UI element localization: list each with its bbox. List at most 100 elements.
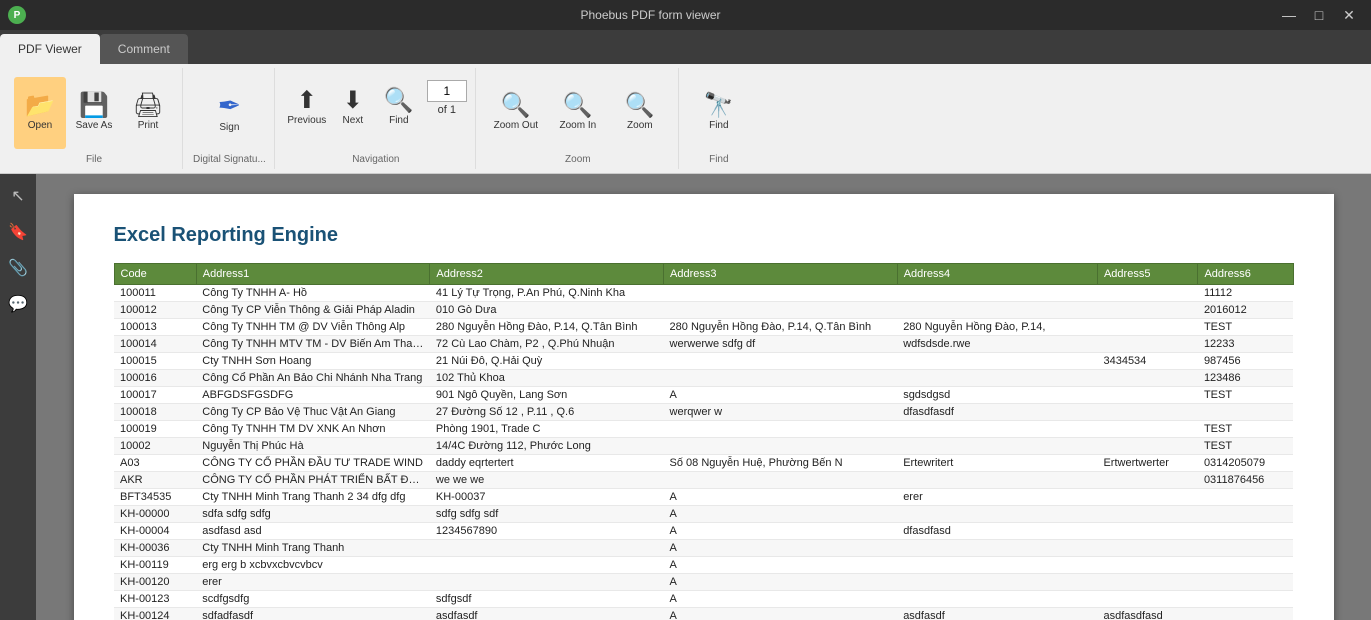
cell-19-3: A <box>664 608 898 620</box>
zoom-in-button[interactable]: 🔍 Zoom In <box>548 77 608 149</box>
cell-13-2: sdfg sdfg sdf <box>430 506 664 523</box>
col-address6: Address6 <box>1198 264 1293 285</box>
zoom-group-label: Zoom <box>565 154 591 165</box>
cell-8-6: TEST <box>1198 421 1293 438</box>
cell-5-0: 100016 <box>114 370 196 387</box>
cell-10-6: 0314205079 <box>1198 455 1293 472</box>
cell-19-1: sdfadfasdf <box>196 608 430 620</box>
find-group-label: Find <box>709 154 728 165</box>
cell-18-6 <box>1198 591 1293 608</box>
find-nav-button[interactable]: 🔍 Find <box>377 72 421 144</box>
table-row: 100016Công Cổ Phần An Bảo Chi Nhánh Nha … <box>114 370 1293 387</box>
toolbar-group-signature: ✒ Sign Digital Signatu... <box>185 68 275 169</box>
cell-7-2: 27 Đường Số 12 , P.11 , Q.6 <box>430 404 664 421</box>
cell-12-3: A <box>664 489 898 506</box>
cell-9-5 <box>1097 438 1197 455</box>
cell-1-2: 010 Gò Dưa <box>430 302 664 319</box>
cell-5-1: Công Cổ Phần An Bảo Chi Nhánh Nha Trang <box>196 370 430 387</box>
cell-0-2: 41 Lý Tự Trọng, P.An Phú, Q.Ninh Kha <box>430 285 664 302</box>
cell-1-6: 2016012 <box>1198 302 1293 319</box>
cell-9-0: 10002 <box>114 438 196 455</box>
minimize-button[interactable]: — <box>1275 5 1303 25</box>
print-button[interactable]: 🖨 Print <box>122 77 174 149</box>
cell-7-3: werqwer w <box>664 404 898 421</box>
cell-18-0: KH-00123 <box>114 591 196 608</box>
table-body: 100011Công Ty TNHH A- Hồ41 Lý Tự Trọng, … <box>114 285 1293 620</box>
table-row: 100018Công Ty CP Bảo Vệ Thuc Vật An Gian… <box>114 404 1293 421</box>
cell-8-5 <box>1097 421 1197 438</box>
cell-17-3: A <box>664 574 898 591</box>
cell-12-4: erer <box>897 489 1097 506</box>
report-table: Code Address1 Address2 Address3 Address4… <box>114 263 1294 620</box>
cell-3-0: 100014 <box>114 336 196 353</box>
page-number-input[interactable] <box>427 80 467 102</box>
sidebar-bookmark-icon[interactable]: 🔖 <box>4 218 32 246</box>
previous-button[interactable]: ⬆ Previous <box>285 72 329 144</box>
table-row: 100013Công Ty TNHH TM @ DV Viễn Thông Al… <box>114 319 1293 336</box>
table-row: AKRCÔNG TY CỔ PHẦN PHÁT TRIỂN BẤT ĐỘNG S… <box>114 472 1293 489</box>
pdf-page: Excel Reporting Engine Code Address1 Add… <box>74 194 1334 620</box>
cell-10-5: Ertwertwerter <box>1097 455 1197 472</box>
find-nav-icon: 🔍 <box>384 89 414 113</box>
page-of-label: of 1 <box>438 104 456 116</box>
cell-11-4 <box>897 472 1097 489</box>
cell-7-0: 100018 <box>114 404 196 421</box>
cell-7-4: dfasdfasdf <box>897 404 1097 421</box>
sign-button[interactable]: ✒ Sign <box>203 77 255 149</box>
zoom-button[interactable]: 🔍 Zoom <box>610 77 670 149</box>
sidebar-cursor-icon[interactable]: ↖ <box>4 182 32 210</box>
table-row: KH-00004asdfasd asd1234567890Adfasdfasd <box>114 523 1293 540</box>
cell-7-6 <box>1198 404 1293 421</box>
cell-8-0: 100019 <box>114 421 196 438</box>
sidebar-attach-icon[interactable]: 📎 <box>4 254 32 282</box>
titlebar-controls: — □ ✕ <box>1275 5 1363 25</box>
find-button[interactable]: 🔭 Find <box>689 77 749 149</box>
sidebar-comment-icon[interactable]: 💬 <box>4 290 32 318</box>
tab-comment[interactable]: Comment <box>100 34 188 64</box>
col-address2: Address2 <box>430 264 664 285</box>
cell-6-3: A <box>664 387 898 404</box>
cell-13-1: sdfa sdfg sdfg <box>196 506 430 523</box>
restore-button[interactable]: □ <box>1305 5 1333 25</box>
save-as-button[interactable]: 💾 Save As <box>68 77 120 149</box>
save-icon: 💾 <box>79 94 109 118</box>
file-group-label: File <box>86 154 102 165</box>
cell-11-6: 0311876456 <box>1198 472 1293 489</box>
cell-4-4 <box>897 353 1097 370</box>
cell-5-4 <box>897 370 1097 387</box>
cell-13-5 <box>1097 506 1197 523</box>
table-row: KH-00036Cty TNHH Minh Trang ThanhA <box>114 540 1293 557</box>
tab-pdf-viewer[interactable]: PDF Viewer <box>0 34 100 64</box>
cell-15-4 <box>897 540 1097 557</box>
close-button[interactable]: ✕ <box>1335 5 1363 25</box>
cell-1-3 <box>664 302 898 319</box>
cell-4-1: Cty TNHH Sơn Hoang <box>196 353 430 370</box>
open-button[interactable]: 📂 Open <box>14 77 66 149</box>
toolbar-group-navigation: ⬆ Previous ⬇ Next 🔍 Find of 1 Navigation <box>277 68 476 169</box>
table-row: 100017ABFGDSFGSDFG901 Ngô Quyền, Lang Sơ… <box>114 387 1293 404</box>
cell-18-3: A <box>664 591 898 608</box>
table-row: KH-00123scdfgsdfgsdfgsdfA <box>114 591 1293 608</box>
next-button[interactable]: ⬇ Next <box>331 72 375 144</box>
cell-17-4 <box>897 574 1097 591</box>
cell-2-6: TEST <box>1198 319 1293 336</box>
cell-12-6 <box>1198 489 1293 506</box>
cell-15-0: KH-00036 <box>114 540 196 557</box>
cell-2-4: 280 Nguyễn Hồng Đào, P.14, <box>897 319 1097 336</box>
cell-4-2: 21 Núi Đô, Q.Hải Quỳ <box>430 353 664 370</box>
page-control: of 1 <box>427 80 467 116</box>
cell-0-4 <box>897 285 1097 302</box>
navigation-group-label: Navigation <box>352 154 399 165</box>
toolbar: 📂 Open 💾 Save As 🖨 Print File ✒ Sign Dig… <box>0 64 1371 174</box>
cell-14-0: KH-00004 <box>114 523 196 540</box>
cell-14-1: asdfasd asd <box>196 523 430 540</box>
zoom-out-icon: 🔍 <box>501 94 531 118</box>
cell-11-2: we we we <box>430 472 664 489</box>
cell-5-5 <box>1097 370 1197 387</box>
table-row: 100015Cty TNHH Sơn Hoang21 Núi Đô, Q.Hải… <box>114 353 1293 370</box>
cell-18-5 <box>1097 591 1197 608</box>
cell-10-2: daddy eqrtertert <box>430 455 664 472</box>
cell-17-0: KH-00120 <box>114 574 196 591</box>
zoom-out-button[interactable]: 🔍 Zoom Out <box>486 77 546 149</box>
toolbar-group-file: 📂 Open 💾 Save As 🖨 Print File <box>6 68 183 169</box>
